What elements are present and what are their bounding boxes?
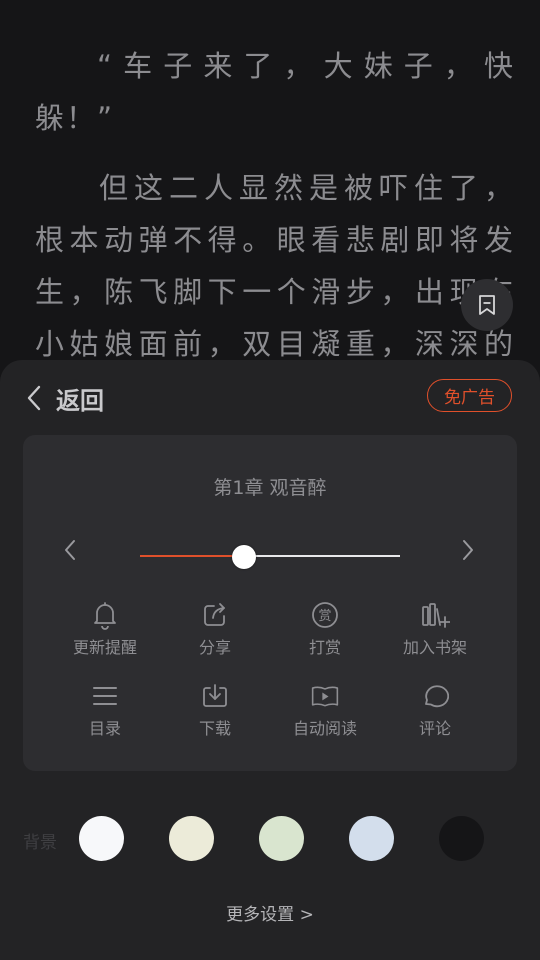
background-swatch-green[interactable] — [259, 816, 304, 861]
bookmark-button[interactable] — [461, 279, 513, 331]
reward-icon: 赏 — [310, 600, 340, 630]
next-chapter-button[interactable] — [453, 535, 483, 565]
background-swatch-blue[interactable] — [349, 816, 394, 861]
svg-text:赏: 赏 — [318, 609, 331, 624]
action-label: 加入书架 — [402, 638, 467, 657]
reward-button[interactable]: 赏 打赏 — [270, 600, 380, 681]
action-label: 自动阅读 — [292, 719, 357, 738]
bell-icon — [90, 600, 120, 630]
chevron-left-icon — [65, 540, 75, 560]
add-to-bookshelf-button[interactable]: 加入书架 — [380, 600, 490, 681]
ad-free-button[interactable]: 免广告 — [427, 379, 512, 412]
table-of-contents-button[interactable]: 目录 — [50, 681, 160, 762]
auto-read-button[interactable]: 自动阅读 — [270, 681, 380, 762]
share-icon — [200, 600, 230, 630]
slider-thumb[interactable] — [232, 545, 256, 569]
chevron-left-icon — [27, 385, 41, 411]
background-label: 背景 — [23, 833, 57, 853]
chapter-progress-slider[interactable] — [140, 545, 400, 569]
text-line: 生，陈飞脚下一个滑步，出现在 — [35, 275, 515, 309]
action-label: 更新提醒 — [72, 638, 137, 657]
comment-button[interactable]: 评论 — [380, 681, 490, 762]
background-swatch-black[interactable] — [439, 816, 484, 861]
chapter-title: 第1章 观音醉 — [213, 477, 327, 499]
share-button[interactable]: 分享 — [160, 600, 270, 681]
back-button[interactable]: 返回 — [26, 380, 104, 416]
reader-content: “车子来了，大妹子，快 躲！” 但这二人显然是被吓住了， 根本动弹不得。眼看悲剧… — [0, 0, 540, 400]
back-label: 返回 — [56, 386, 104, 415]
action-row: 目录 下载 自动阅读 评论 — [50, 681, 490, 762]
download-icon — [200, 681, 230, 711]
reader-menu-panel: 返回 免广告 第1章 观音醉 更新提醒 分享 赏 打赏 加入书架 目录 下载 自… — [0, 360, 540, 960]
action-grid: 更新提醒 分享 赏 打赏 加入书架 目录 下载 自动阅读 评论 — [50, 600, 490, 762]
chevron-right-icon — [463, 540, 473, 560]
action-label: 目录 — [88, 719, 121, 738]
background-swatch-beige[interactable] — [169, 816, 214, 861]
text-line: 根本动弹不得。眼看悲剧即将发 — [35, 223, 515, 257]
text-line: 但这二人显然是被吓住了， — [99, 171, 515, 205]
action-label: 下载 — [198, 719, 231, 738]
more-settings-link[interactable]: 更多设置 > — [0, 900, 540, 925]
text-line: “车子来了，大妹子，快 — [97, 49, 515, 83]
chapter-card: 第1章 观音醉 更新提醒 分享 赏 打赏 加入书架 目录 下载 自动阅读 评论 — [23, 435, 517, 771]
update-reminder-button[interactable]: 更新提醒 — [50, 600, 160, 681]
paragraph: 但这二人显然是被吓住了， 根本动弹不得。眼看悲剧即将发 生，陈飞脚下一个滑步，出… — [35, 162, 515, 370]
paragraph: “车子来了，大妹子，快 躲！” — [35, 40, 515, 144]
background-swatch-white[interactable] — [79, 816, 124, 861]
prev-chapter-button[interactable] — [55, 535, 85, 565]
action-row: 更新提醒 分享 赏 打赏 加入书架 — [50, 600, 490, 681]
bookmark-icon — [479, 295, 495, 315]
autoplay-icon — [310, 681, 340, 711]
bookshelf-add-icon — [420, 600, 450, 630]
action-label: 评论 — [418, 719, 451, 738]
menu-list-icon — [90, 681, 120, 711]
download-button[interactable]: 下载 — [160, 681, 270, 762]
comment-icon — [420, 681, 450, 711]
text-line: 躲！” — [35, 101, 115, 135]
action-label: 分享 — [198, 638, 231, 657]
action-label: 打赏 — [308, 638, 341, 657]
slider-fill — [140, 555, 244, 557]
